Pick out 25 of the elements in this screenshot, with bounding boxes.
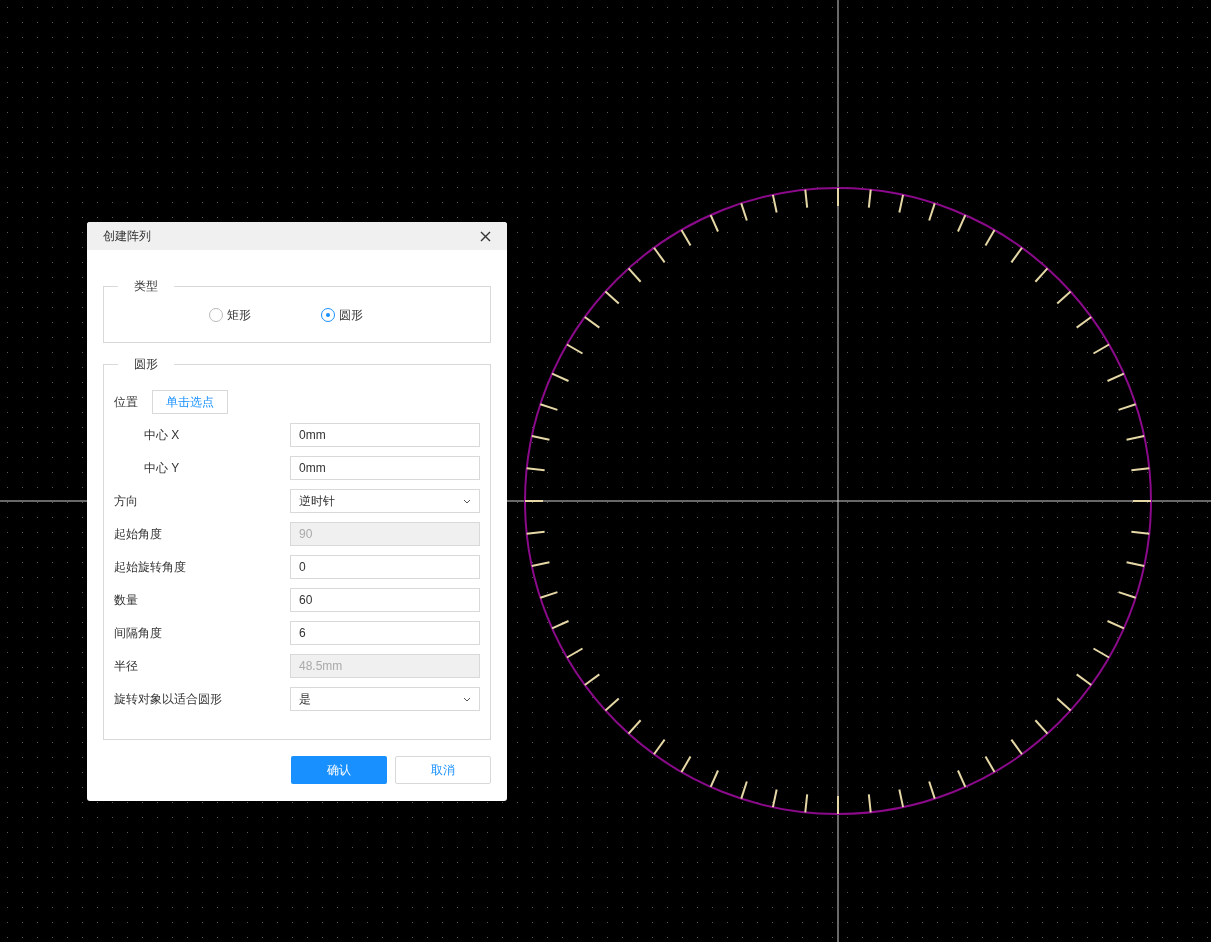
field-label: 起始旋转角度 [114,559,186,576]
field-label: 数量 [114,592,138,609]
group-legend: 类型 [118,279,174,293]
close-icon[interactable] [480,230,491,242]
field-label: 间隔角度 [114,625,162,642]
dialog-title: 创建阵列 [103,228,151,245]
input-field[interactable]: 0 [290,555,480,579]
field-label: 位置 [114,394,138,411]
input-field[interactable]: 0mm [290,456,480,480]
field-label: 中心 X [144,427,180,444]
dropdown-field[interactable]: 逆时针 [290,489,480,513]
field-label: 旋转对象以适合圆形 [114,691,222,708]
radio-label: 矩形 [227,306,251,324]
field-label: 方向 [114,493,138,510]
field-label: 半径 [114,658,138,675]
field-label: 中心 Y [144,460,180,477]
input-field[interactable]: 6 [290,621,480,645]
input-field[interactable]: 0mm [290,423,480,447]
radio-label: 圆形 [339,306,363,324]
field-label: 起始角度 [114,526,162,543]
group-legend: 圆形 [118,357,174,371]
chevron-down-icon [463,498,471,504]
dropdown-field[interactable]: 是 [290,687,480,711]
chevron-down-icon [463,696,471,702]
input-field[interactable]: 60 [290,588,480,612]
